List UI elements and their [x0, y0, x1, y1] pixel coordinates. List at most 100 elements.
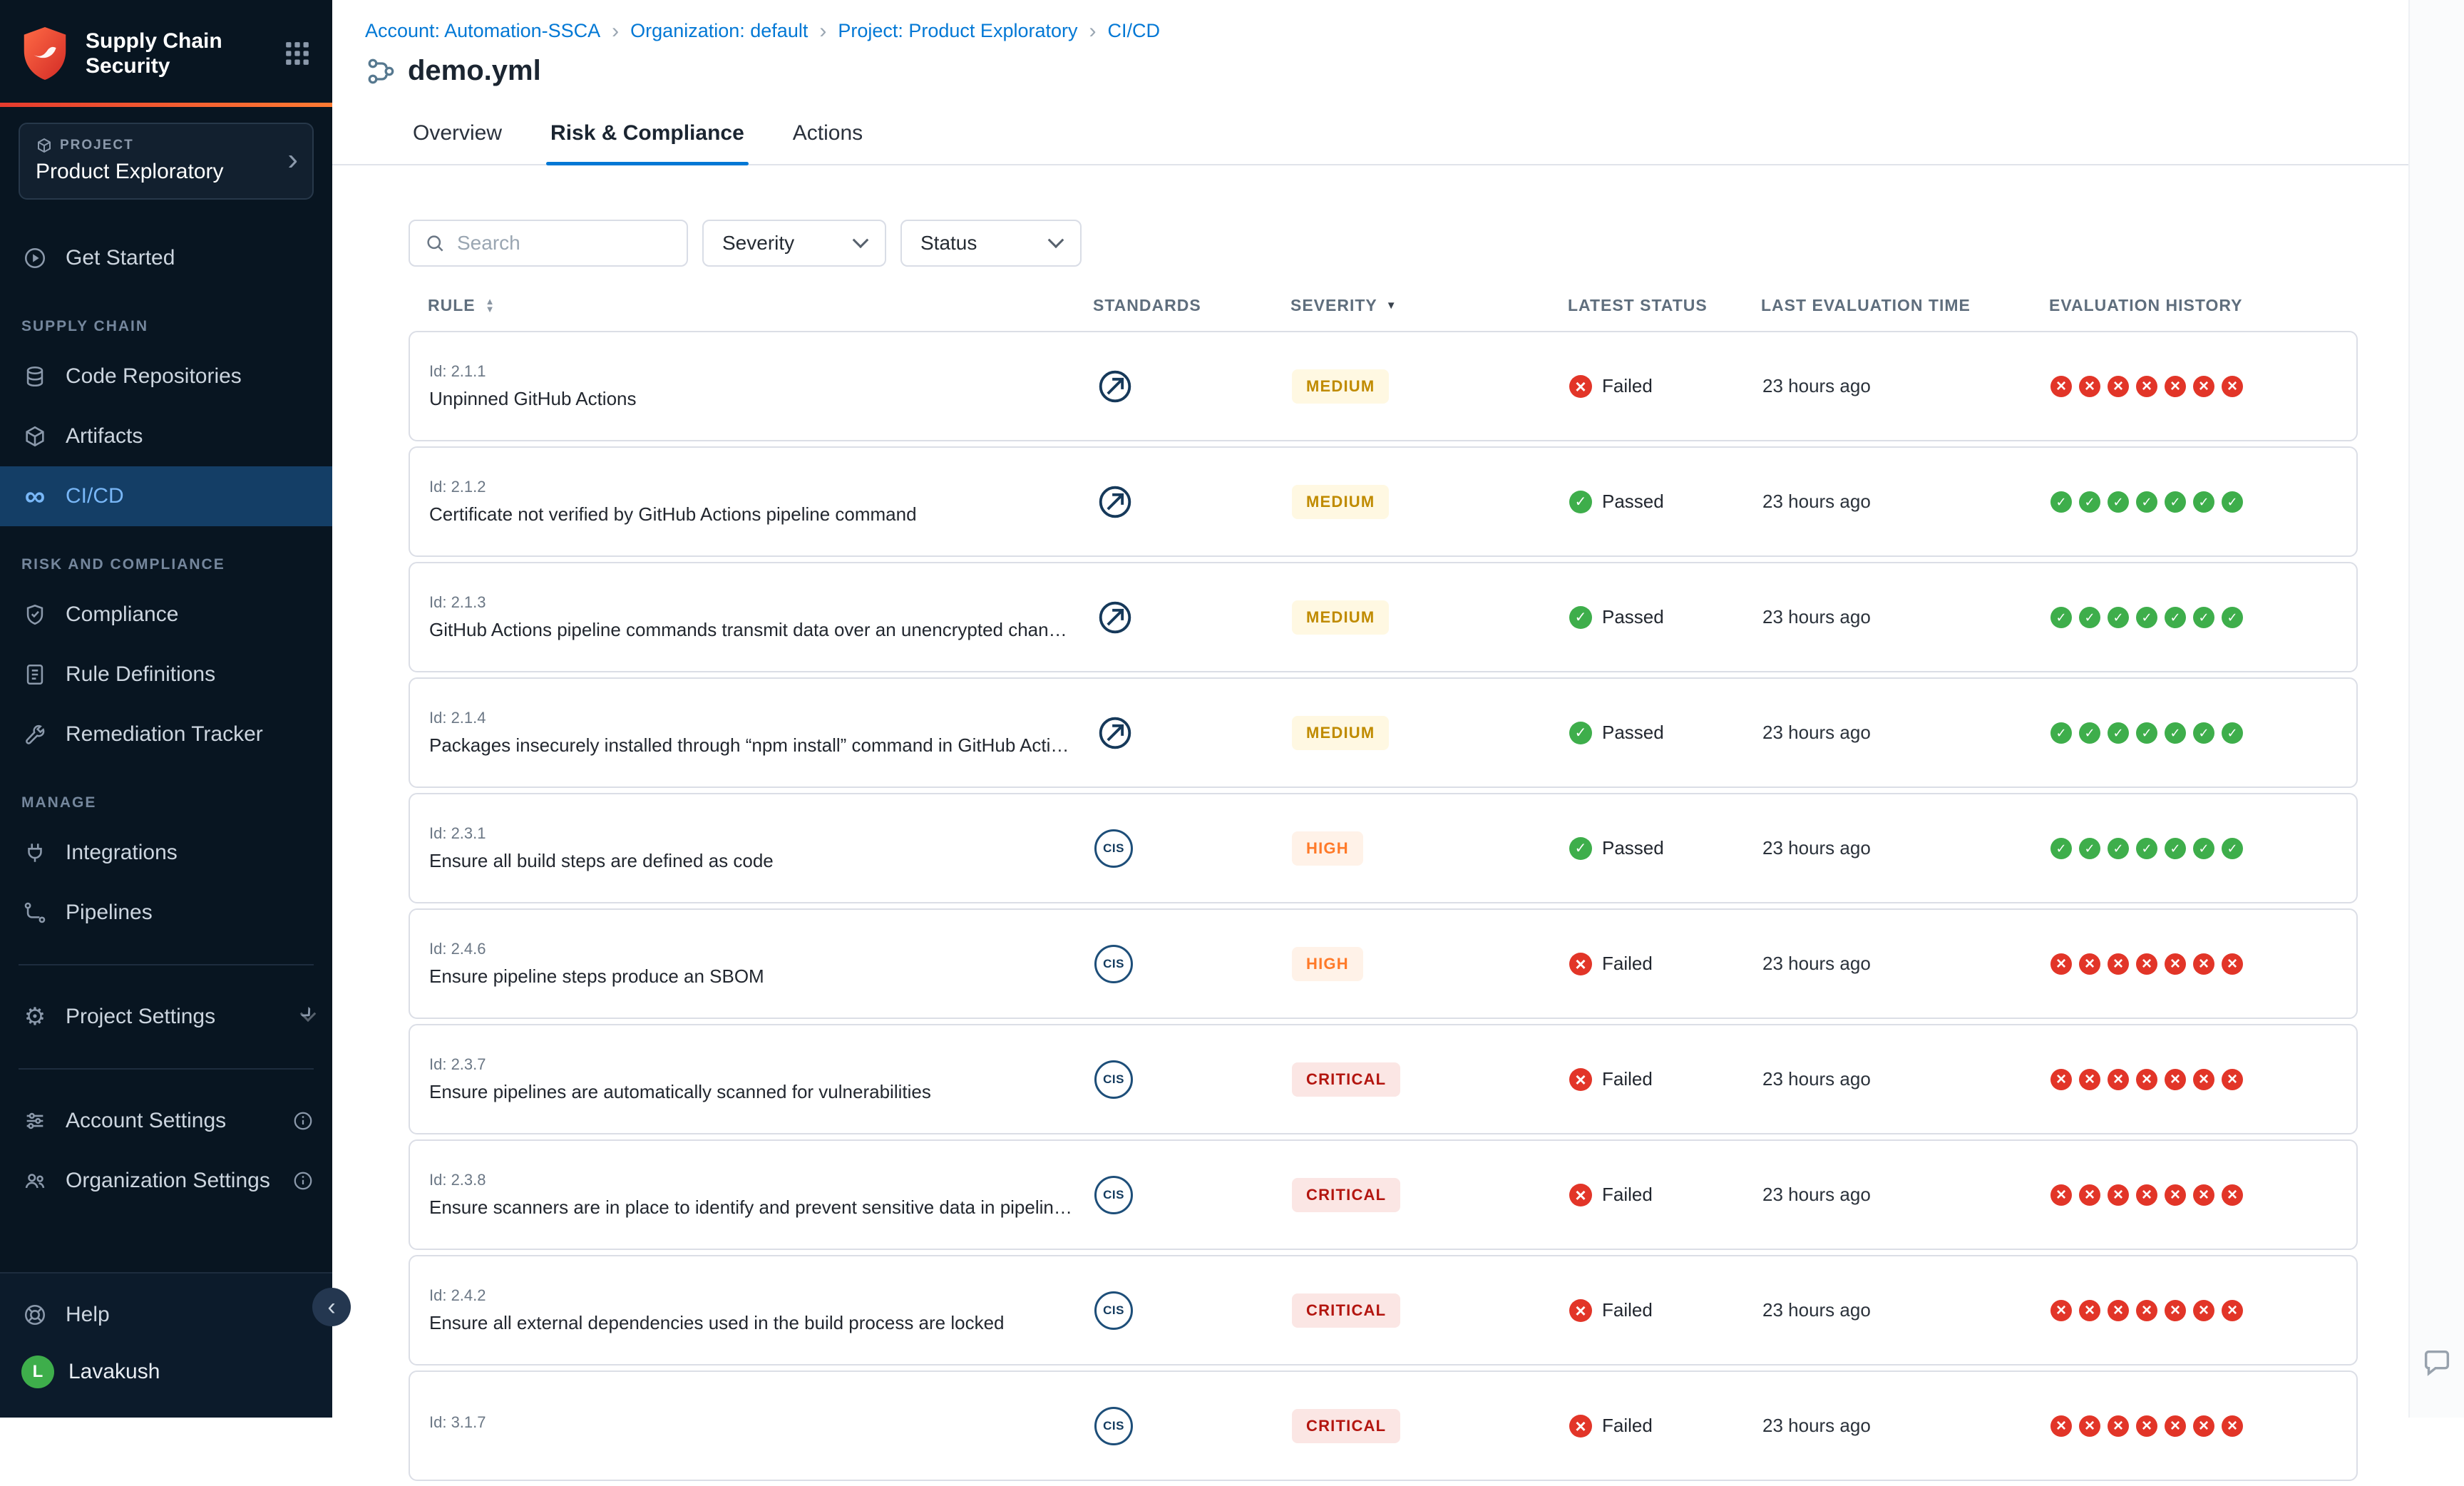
evaluation-history: ××××××× [2050, 1069, 2356, 1090]
history-fail-icon: × [2165, 953, 2186, 975]
history-fail-icon: × [2222, 376, 2243, 397]
table-row[interactable]: Id: 3.1.7 CIS CRITICAL × Failed 23 hours… [409, 1370, 2358, 1481]
app-title-line2: Security [86, 53, 270, 78]
breadcrumb-project[interactable]: Project: Product Exploratory [838, 20, 1077, 42]
rule-name: Unpinned GitHub Actions [429, 388, 1094, 410]
breadcrumb-separator: › [612, 21, 619, 42]
sidebar-item-pipelines[interactable]: Pipelines [0, 883, 332, 943]
tab-risk-compliance[interactable]: Risk & Compliance [546, 107, 749, 164]
sidebar-item-integrations[interactable]: Integrations [0, 823, 332, 883]
column-severity[interactable]: SEVERITY ▼ [1290, 296, 1568, 315]
rule-id: Id: 3.1.7 [429, 1413, 1094, 1432]
severity-cell: HIGH [1292, 947, 1569, 981]
history-fail-icon: × [2136, 1300, 2157, 1321]
user-menu[interactable]: L Lavakush [0, 1345, 332, 1399]
breadcrumb-cicd[interactable]: CI/CD [1108, 20, 1161, 42]
get-started-icon [21, 245, 48, 272]
sidebar-item-code-repositories[interactable]: Code Repositories [0, 347, 332, 406]
status-cell: × Failed [1569, 953, 1762, 975]
table-row[interactable]: Id: 2.1.1 Unpinned GitHub Actions MEDIUM… [409, 331, 2358, 441]
history-fail-icon: × [2136, 376, 2157, 397]
sidebar-item-organization-settings[interactable]: Organization Settings [0, 1151, 332, 1211]
status-filter[interactable]: Status [900, 220, 1082, 267]
standards-cell: CIS [1094, 1060, 1292, 1099]
history-pass-icon: ✓ [2136, 722, 2157, 744]
search-input[interactable] [457, 232, 672, 255]
standards-cell: CIS [1094, 829, 1292, 868]
severity-cell: MEDIUM [1292, 369, 1569, 404]
module-picker-icon[interactable] [284, 40, 311, 67]
sidebar-item-get-started[interactable]: Get Started [0, 228, 332, 288]
rule-id: Id: 2.4.2 [429, 1286, 1094, 1305]
sidebar-item-account-settings[interactable]: Account Settings [0, 1091, 332, 1151]
column-latest-status: LATEST STATUS [1568, 296, 1761, 315]
standards-cell: CIS [1094, 945, 1292, 983]
brand-accent-bar [0, 103, 332, 107]
sidebar-collapse-button[interactable]: ‹ [312, 1288, 351, 1326]
severity-badge: HIGH [1292, 831, 1363, 866]
chevron-right-icon: › [287, 142, 298, 178]
sidebar-nav: Get Started SUPPLY CHAIN Code Repositori… [0, 205, 332, 1211]
chat-help-icon[interactable] [2421, 1346, 2453, 1379]
rule-id: Id: 2.3.7 [429, 1055, 1094, 1074]
table-row[interactable]: Id: 2.3.7 Ensure pipelines are automatic… [409, 1024, 2358, 1134]
table-row[interactable]: Id: 2.1.3 GitHub Actions pipeline comman… [409, 562, 2358, 672]
rules-table-body: Id: 2.1.1 Unpinned GitHub Actions MEDIUM… [409, 331, 2358, 1481]
breadcrumb: Account: Automation-SSCA › Organization:… [365, 20, 2408, 42]
help-lifebuoy-icon [21, 1301, 48, 1328]
history-pass-icon: ✓ [2222, 607, 2243, 628]
evaluation-history: ××××××× [2050, 953, 2356, 975]
status-label: Failed [1602, 1299, 1653, 1321]
people-icon [21, 1167, 48, 1194]
evaluation-history: ✓✓✓✓✓✓✓ [2050, 722, 2356, 744]
breadcrumb-organization[interactable]: Organization: default [630, 20, 808, 42]
tab-overview[interactable]: Overview [409, 107, 506, 164]
passed-status-icon: ✓ [1569, 837, 1592, 860]
table-row[interactable]: Id: 2.1.2 Certificate not verified by Gi… [409, 446, 2358, 557]
history-fail-icon: × [2050, 376, 2072, 397]
rule-cell: Id: 2.1.4 Packages insecurely installed … [410, 709, 1094, 757]
status-cell: ✓ Passed [1569, 491, 1762, 513]
column-rule[interactable]: RULE ▲▼ [409, 296, 1093, 315]
table-row[interactable]: Id: 2.4.6 Ensure pipeline steps produce … [409, 908, 2358, 1019]
cis-standard-icon: CIS [1094, 1407, 1133, 1445]
search-box[interactable] [409, 220, 688, 267]
tab-actions[interactable]: Actions [789, 107, 867, 164]
history-pass-icon: ✓ [2108, 838, 2129, 859]
rule-name: GitHub Actions pipeline commands transmi… [429, 619, 1094, 641]
history-pass-icon: ✓ [2222, 838, 2243, 859]
rule-name: Ensure scanners are in place to identify… [429, 1197, 1094, 1219]
rule-name: Ensure pipelines are automatically scann… [429, 1081, 1094, 1103]
sidebar-item-project-settings[interactable]: ⚙ Project Settings › [0, 987, 332, 1047]
rule-id: Id: 2.1.1 [429, 362, 1094, 381]
sidebar-item-rule-definitions[interactable]: Rule Definitions [0, 645, 332, 704]
sidebar-item-artifacts[interactable]: Artifacts [0, 406, 332, 466]
severity-badge: MEDIUM [1292, 369, 1389, 404]
sidebar-item-help[interactable]: Help [0, 1285, 332, 1345]
table-row[interactable]: Id: 2.4.2 Ensure all external dependenci… [409, 1255, 2358, 1365]
standards-cell [1094, 366, 1292, 407]
evaluation-history: ××××××× [2050, 1300, 2356, 1321]
sidebar-item-cicd[interactable]: ∞ CI/CD [0, 466, 332, 526]
passed-status-icon: ✓ [1569, 722, 1592, 744]
history-fail-icon: × [2165, 376, 2186, 397]
sidebar-item-compliance[interactable]: Compliance [0, 585, 332, 645]
table-row[interactable]: Id: 2.3.8 Ensure scanners are in place t… [409, 1139, 2358, 1250]
github-actions-standard-icon [1094, 481, 1136, 523]
sidebar-item-label: Code Repositories [66, 364, 242, 389]
evaluation-time: 23 hours ago [1762, 1299, 2050, 1321]
rule-id: Id: 2.4.6 [429, 940, 1094, 958]
severity-filter[interactable]: Severity [702, 220, 886, 267]
failed-status-icon: × [1569, 1184, 1592, 1206]
sidebar-item-remediation-tracker[interactable]: Remediation Tracker [0, 704, 332, 764]
sidebar-item-label: Get Started [66, 246, 175, 270]
rule-id: Id: 2.1.2 [429, 478, 1094, 496]
table-row[interactable]: Id: 2.3.1 Ensure all build steps are def… [409, 793, 2358, 903]
table-row[interactable]: Id: 2.1.4 Packages insecurely installed … [409, 677, 2358, 788]
sidebar-item-label: Integrations [66, 841, 178, 865]
cis-standard-icon: CIS [1094, 945, 1133, 983]
evaluation-history: ✓✓✓✓✓✓✓ [2050, 491, 2356, 513]
severity-cell: MEDIUM [1292, 600, 1569, 635]
breadcrumb-account[interactable]: Account: Automation-SSCA [365, 20, 600, 42]
project-selector[interactable]: PROJECT Product Exploratory › [19, 123, 314, 200]
